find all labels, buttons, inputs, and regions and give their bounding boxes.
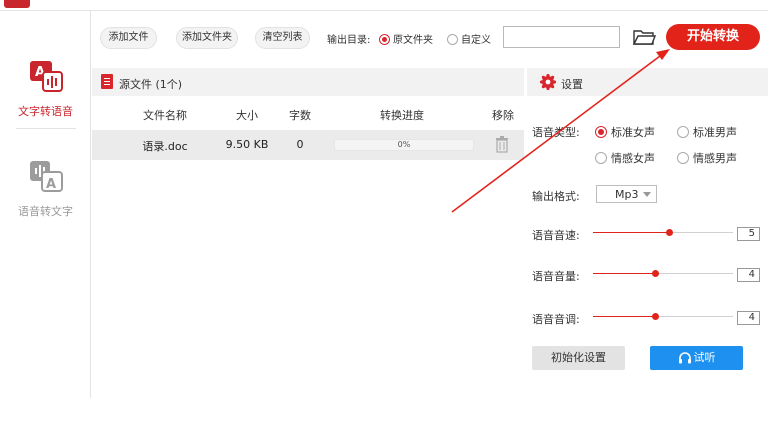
pitch-label: 语音音调: [532, 313, 580, 326]
listen-label: 试听 [693, 351, 716, 364]
volume-label: 语音音量: [532, 270, 580, 283]
preview-listen-button[interactable]: 试听 [650, 346, 743, 370]
source-files-header: 源文件 (1个) [92, 68, 524, 96]
volume-slider[interactable] [593, 267, 733, 281]
app-window: A 文字转语音 A 语音转文字 添加文件 添加文件夹 清空列表 输出目录: 原文… [0, 0, 768, 428]
column-header: 大小 [236, 109, 258, 122]
output-custom-radio[interactable]: 自定义 [447, 31, 491, 46]
sidebar-item-label: 文字转语音 [18, 105, 73, 118]
sidebar-item-speech-to-text[interactable]: A 语音转文字 [0, 151, 91, 241]
pitch-value[interactable]: 4 [737, 311, 760, 325]
sidebar: A 文字转语音 A 语音转文字 [0, 11, 91, 398]
speed-slider[interactable] [593, 226, 733, 240]
output-path-input[interactable] [503, 26, 620, 48]
voice-emotional-female-radio[interactable]: 情感女声 [595, 150, 655, 166]
radio-label: 标准女声 [611, 126, 655, 139]
voice-emotional-male-radio[interactable]: 情感男声 [677, 150, 737, 166]
gear-icon [540, 74, 556, 90]
radio-label: 情感女声 [611, 152, 655, 165]
volume-value[interactable]: 4 [737, 268, 760, 282]
add-folder-button[interactable]: 添加文件夹 [176, 27, 238, 49]
radio-label: 标准男声 [693, 126, 737, 139]
toolbar: 添加文件 添加文件夹 清空列表 输出目录: 原文件夹 自定义 开始转换 [92, 22, 768, 52]
voice-standard-female-radio[interactable]: 标准女声 [595, 124, 655, 140]
column-header: 文件名称 [143, 109, 187, 122]
settings-header: 设置 [527, 68, 768, 96]
document-icon [101, 74, 113, 89]
output-dir-label: 输出目录: [327, 35, 371, 46]
open-folder-icon[interactable] [632, 26, 656, 48]
speech-to-text-icon: A [30, 161, 63, 192]
svg-text:A: A [46, 177, 56, 192]
table-row[interactable]: 语录.doc 9.50 KB 0 0% [92, 130, 524, 160]
sidebar-item-label: 语音转文字 [18, 205, 73, 218]
slider-handle[interactable] [651, 270, 659, 277]
pitch-slider[interactable] [593, 310, 733, 324]
slider-handle[interactable] [651, 313, 659, 320]
headphones-icon [678, 352, 691, 364]
column-header: 移除 [492, 109, 514, 122]
file-table-header: 文件名称 大小 字数 转换进度 移除 [92, 100, 524, 128]
file-name: 语录.doc [142, 140, 188, 153]
progress-text: 0% [397, 140, 411, 149]
voice-standard-male-radio[interactable]: 标准男声 [677, 124, 737, 140]
output-format-label: 输出格式: [532, 190, 580, 203]
settings-title: 设置 [561, 78, 583, 91]
start-convert-button[interactable]: 开始转换 [666, 24, 760, 50]
source-files-title: 源文件 (1个) [119, 78, 183, 91]
output-original-radio[interactable]: 原文件夹 [379, 31, 433, 46]
word-count: 0 [296, 138, 304, 151]
file-size: 9.50 KB [225, 138, 269, 151]
conversion-progress-bar: 0% [334, 139, 474, 151]
sidebar-divider [16, 128, 76, 129]
clear-list-button[interactable]: 清空列表 [255, 27, 310, 49]
speed-value[interactable]: 5 [737, 227, 760, 241]
slider-handle[interactable] [665, 229, 673, 236]
reset-settings-button[interactable]: 初始化设置 [532, 346, 625, 370]
selected-format: Mp3 [615, 188, 639, 201]
chevron-down-icon [643, 192, 651, 197]
radio-label: 自定义 [461, 35, 491, 46]
speed-label: 语音音速: [532, 229, 580, 242]
output-format-select[interactable]: Mp3 [596, 185, 657, 203]
app-logo [4, 0, 30, 8]
radio-label: 原文件夹 [393, 35, 433, 46]
trash-icon[interactable] [495, 136, 509, 153]
column-header: 字数 [289, 109, 311, 122]
radio-label: 情感男声 [693, 152, 737, 165]
voice-type-label: 语音类型: [532, 126, 580, 139]
add-file-button[interactable]: 添加文件 [100, 27, 157, 49]
column-header: 转换进度 [380, 109, 424, 122]
title-bar [0, 0, 768, 11]
text-to-speech-icon: A [30, 61, 63, 92]
